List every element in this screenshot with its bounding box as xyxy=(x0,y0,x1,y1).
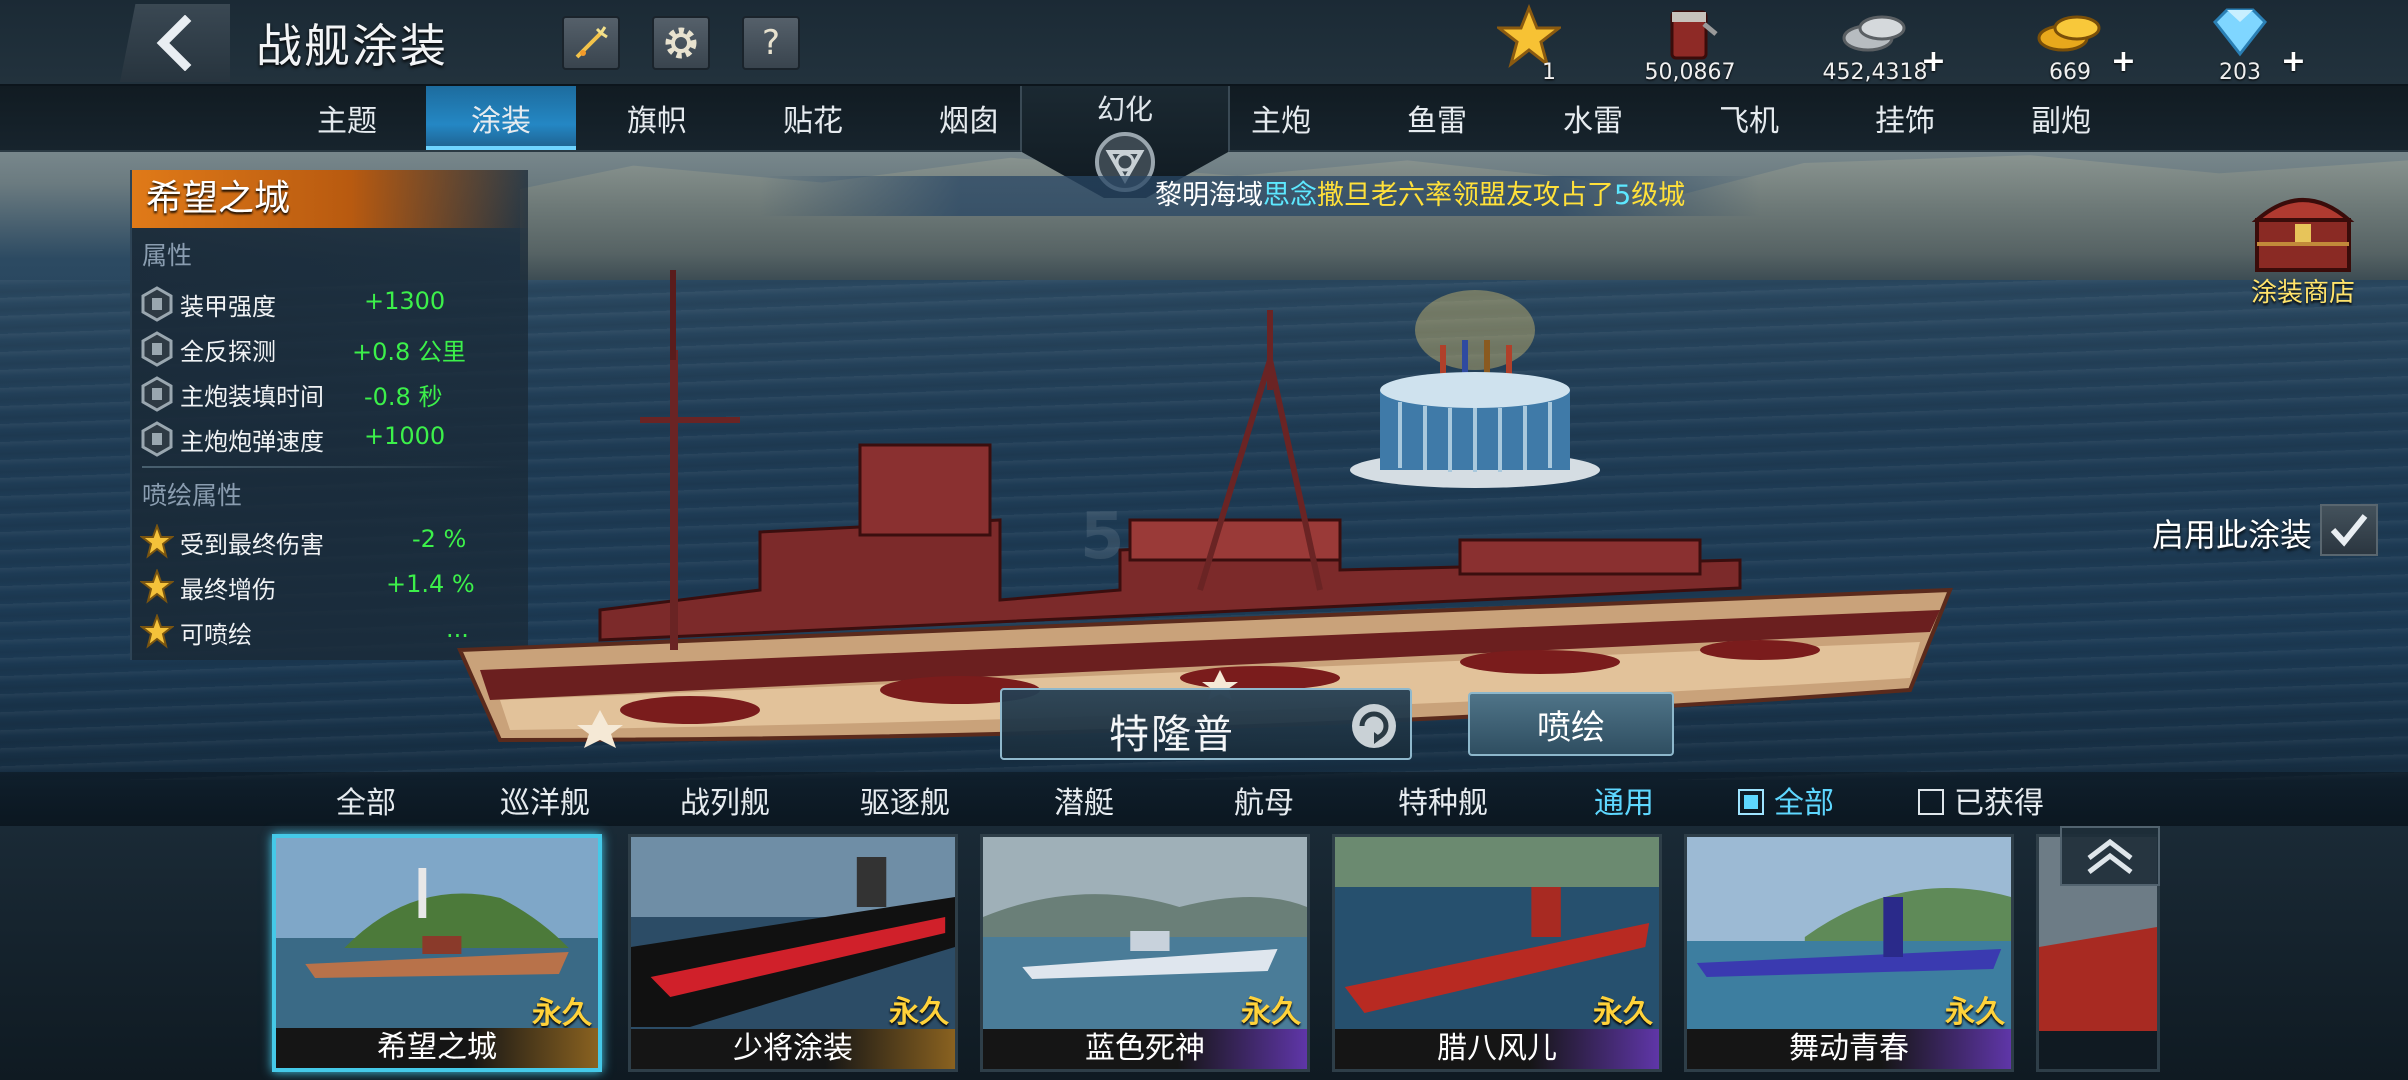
top-bar: 战舰涂装 ? 1 50,0867 452,4318 + 669 + 203 + xyxy=(0,0,2408,86)
help-button[interactable]: ? xyxy=(742,16,800,70)
skin-card-name: 蓝色死神 xyxy=(983,1029,1307,1069)
tab-torpedo[interactable]: 鱼雷 xyxy=(1362,86,1512,150)
collapse-strip-button[interactable] xyxy=(2060,826,2160,886)
tab-decal[interactable]: 贴花 xyxy=(738,86,888,150)
gold-currency: 669 + xyxy=(2010,4,2136,85)
skin-card-name: 舞动青春 xyxy=(1687,1029,2011,1069)
skin-card-name: 腊八风儿 xyxy=(1335,1029,1659,1069)
checkbox-checked xyxy=(1738,789,1764,815)
skin-card[interactable]: 永久 蓝色死神 xyxy=(980,834,1310,1072)
filter-cruiser[interactable]: 巡洋舰 xyxy=(500,778,590,822)
filter-general[interactable]: 通用 xyxy=(1594,778,1654,822)
hex-bullet-icon xyxy=(141,421,173,457)
filter-all[interactable]: 全部 xyxy=(336,778,396,822)
add-diamond-button[interactable]: + xyxy=(2281,44,2306,79)
check-owned-label: 已获得 xyxy=(1954,786,2044,821)
permanent-tag: 永久 xyxy=(1241,995,1301,1030)
star-bullet-icon xyxy=(140,614,174,649)
filter-submarine[interactable]: 潜艇 xyxy=(1054,778,1114,822)
hex-bullet-icon xyxy=(141,376,173,412)
gold-coins-icon xyxy=(2037,15,2101,52)
fireworks-icon xyxy=(575,26,608,59)
skin-card[interactable]: 永久 希望之城 xyxy=(272,834,602,1072)
attributes-section-title: 属性 xyxy=(142,241,193,270)
ticker-suffix: 级城 xyxy=(1631,180,1686,211)
ship-name-box: 特隆普 xyxy=(1000,688,1412,760)
tab-transform-label: 幻化 xyxy=(1096,93,1153,126)
add-silver-button[interactable]: + xyxy=(1921,44,1946,79)
switch-ship-icon[interactable] xyxy=(1348,700,1400,752)
tab-theme[interactable]: 主题 xyxy=(272,86,422,150)
enable-skin-toggle[interactable]: 启用此涂装 xyxy=(2142,500,2392,560)
skin-card[interactable]: 永久 少将涂装 xyxy=(628,834,958,1072)
hex-bullet-icon xyxy=(141,286,173,322)
add-gold-button[interactable]: + xyxy=(2111,44,2136,79)
permanent-tag: 永久 xyxy=(532,996,592,1031)
settings-button[interactable] xyxy=(652,16,710,70)
star-bullet-icon xyxy=(140,524,174,559)
announcement-ticker: 黎明海域思念撒旦老六率领盟友攻占了5级城 xyxy=(760,176,1760,216)
ticker-region: 黎明海域 xyxy=(1155,180,1263,211)
check-show-all-label: 全部 xyxy=(1774,786,1834,821)
ticker-level: 5 xyxy=(1614,180,1632,211)
checkmark-icon xyxy=(2330,514,2368,547)
tab-mine[interactable]: 水雷 xyxy=(1518,86,1668,150)
skin-card-name: 少将涂装 xyxy=(631,1029,955,1069)
star-bullet-icon xyxy=(140,569,174,604)
enable-skin-label: 启用此涂装 xyxy=(2152,516,2313,554)
ticker-text: 撒旦老六率领盟友攻占了 xyxy=(1317,180,1614,211)
tab-flag[interactable]: 旗帜 xyxy=(582,86,732,150)
tab-secondary-gun[interactable]: 副炮 xyxy=(1986,86,2136,150)
gear-icon xyxy=(665,27,697,59)
ship-name: 特隆普 xyxy=(1109,712,1235,758)
double-chevron-up-icon xyxy=(2087,838,2133,874)
watermark: 5 xyxy=(1080,500,1125,574)
skin-shop-button[interactable]: 涂装商店 xyxy=(2218,180,2388,310)
skin-card[interactable]: 永久 腊八风儿 xyxy=(1332,834,1662,1072)
tab-ornament[interactable]: 挂饰 xyxy=(1830,86,1980,150)
permanent-tag: 永久 xyxy=(1593,995,1653,1030)
skin-name-title: 希望之城 xyxy=(132,170,530,228)
diamond-icon xyxy=(2213,8,2267,57)
tab-paint[interactable]: 涂装 xyxy=(426,86,576,150)
treasure-chest-icon xyxy=(2251,198,2355,272)
fireworks-button[interactable] xyxy=(562,16,620,70)
spray-section-title: 喷绘属性 xyxy=(142,481,243,510)
help-icon: ? xyxy=(761,23,781,63)
permanent-tag: 永久 xyxy=(1945,995,2005,1030)
filter-carrier[interactable]: 航母 xyxy=(1234,778,1294,822)
skin-card[interactable]: 永久 舞动青春 xyxy=(1684,834,2014,1072)
ship-type-filter-bar: 全部 巡洋舰 战列舰 驱逐舰 潜艇 航母 特种舰 通用 全部 已获得 xyxy=(0,772,2408,826)
skin-shop-label: 涂装商店 xyxy=(2250,278,2355,308)
paint-currency: 50,0867 xyxy=(1630,4,1750,85)
back-button[interactable] xyxy=(120,4,230,82)
star-icon xyxy=(1497,4,1561,68)
filter-destroyer[interactable]: 驱逐舰 xyxy=(860,778,950,822)
enable-skin-checkbox[interactable] xyxy=(2320,504,2378,556)
silver-currency: 452,4318 + xyxy=(1810,4,1946,85)
checkbox-unchecked xyxy=(1918,789,1944,815)
skin-card-name: 希望之城 xyxy=(276,1028,598,1068)
check-show-all[interactable]: 全部 xyxy=(1738,778,1834,821)
star-currency: 1 xyxy=(1494,4,1564,85)
check-owned[interactable]: 已获得 xyxy=(1918,778,2044,821)
paint-bucket-icon xyxy=(1670,10,1718,60)
silver-coins-icon xyxy=(1842,15,1906,52)
ticker-player: 思念 xyxy=(1263,180,1317,211)
diamond-currency: 203 + xyxy=(2180,4,2306,85)
tab-aircraft[interactable]: 飞机 xyxy=(1674,86,1824,150)
page-title: 战舰涂装 xyxy=(256,19,448,73)
hex-bullet-icon xyxy=(141,331,173,367)
spray-button[interactable]: 喷绘 xyxy=(1468,692,1674,756)
back-icon xyxy=(156,15,192,71)
permanent-tag: 永久 xyxy=(889,995,949,1030)
filter-battleship[interactable]: 战列舰 xyxy=(680,778,770,822)
filter-special[interactable]: 特种舰 xyxy=(1398,778,1488,822)
